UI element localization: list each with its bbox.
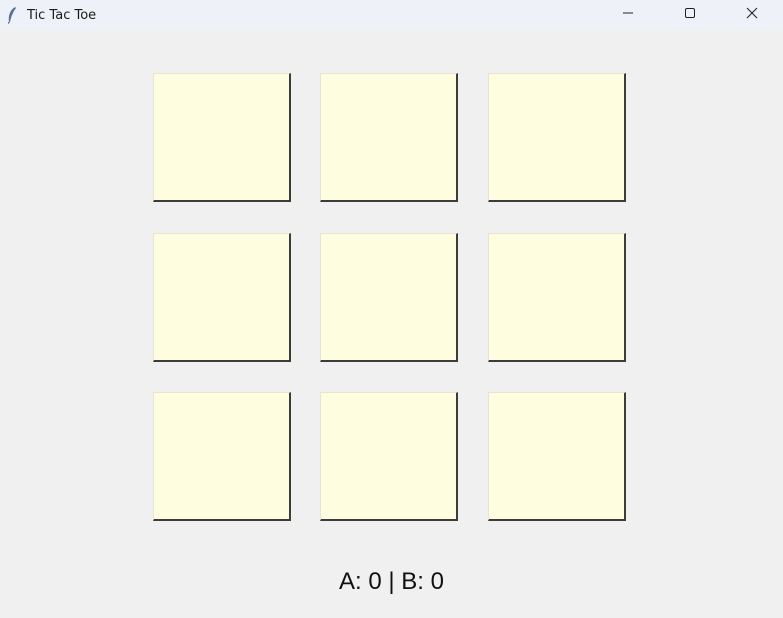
maximize-button[interactable] — [659, 0, 721, 26]
cell-r3-c3[interactable] — [488, 392, 626, 521]
cell-r2-c1[interactable] — [153, 233, 291, 362]
game-board — [153, 73, 629, 524]
app-window: Tic Tac Toe A: 0 | B: 0 — [0, 0, 783, 618]
cell-r1-c2[interactable] — [320, 73, 458, 202]
close-icon — [746, 4, 758, 23]
feather-icon — [5, 6, 19, 24]
cell-r2-c2[interactable] — [320, 233, 458, 362]
title-bar[interactable]: Tic Tac Toe — [0, 0, 783, 30]
cell-r1-c3[interactable] — [488, 73, 626, 202]
cell-r2-c3[interactable] — [488, 233, 626, 362]
minimize-icon — [622, 4, 634, 23]
close-button[interactable] — [721, 0, 783, 26]
window-controls — [597, 0, 783, 30]
cell-r3-c2[interactable] — [320, 392, 458, 521]
window-title: Tic Tac Toe — [27, 7, 97, 23]
score-label: A: 0 | B: 0 — [339, 568, 444, 595]
maximize-icon — [684, 4, 696, 23]
cell-r1-c1[interactable] — [153, 73, 291, 202]
minimize-button[interactable] — [597, 0, 659, 26]
cell-r3-c1[interactable] — [153, 392, 291, 521]
